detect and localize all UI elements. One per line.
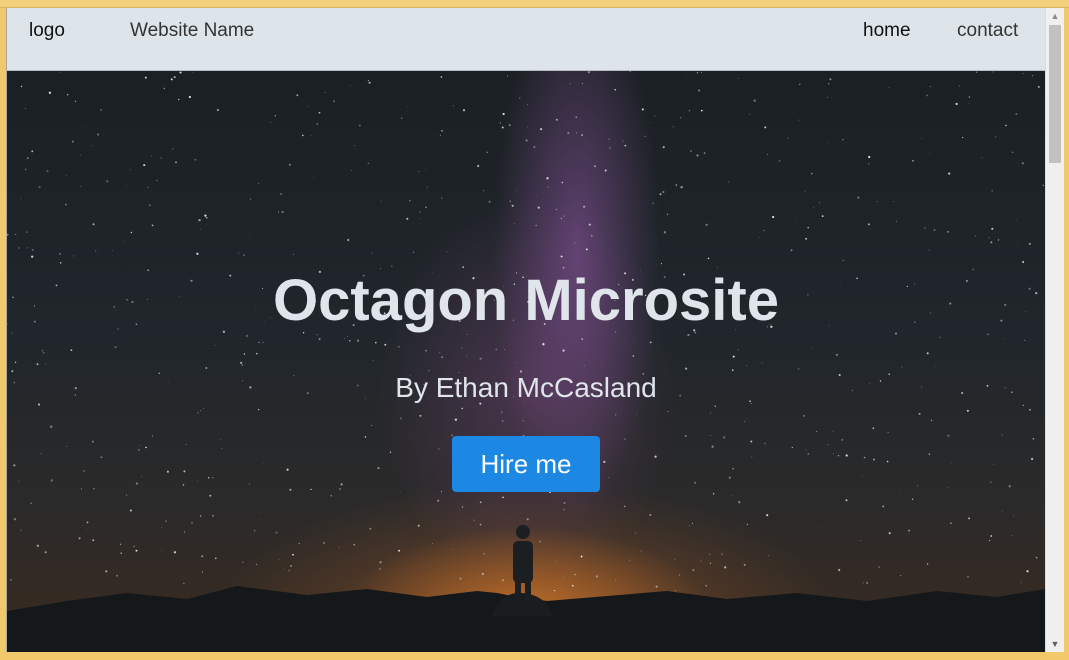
hero-section: Octagon Microsite By Ethan McCasland Hir… xyxy=(7,71,1045,652)
landscape-silhouette xyxy=(7,525,1045,652)
website-name[interactable]: Website Name xyxy=(130,20,254,42)
navbar: logo Website Name home contact xyxy=(7,8,1045,71)
window-frame-bottom xyxy=(0,652,1069,660)
scroll-thumb[interactable] xyxy=(1049,25,1061,163)
hero-subtitle: By Ethan McCasland xyxy=(395,372,657,403)
logo[interactable]: logo xyxy=(29,20,65,42)
window-frame-top xyxy=(0,0,1069,8)
scroll-down-arrow-icon[interactable]: ▼ xyxy=(1046,636,1064,652)
hire-me-button[interactable]: Hire me xyxy=(452,436,600,492)
vertical-scrollbar[interactable]: ▲ ▼ xyxy=(1045,8,1064,652)
nav-link-home[interactable]: home xyxy=(863,20,911,42)
page-viewport: logo Website Name home contact Octagon M… xyxy=(6,8,1045,652)
browser-window: logo Website Name home contact Octagon M… xyxy=(0,0,1069,660)
nav-link-contact[interactable]: contact xyxy=(957,20,1018,42)
scroll-up-arrow-icon[interactable]: ▲ xyxy=(1046,8,1064,24)
hero-title: Octagon Microsite xyxy=(273,268,779,333)
